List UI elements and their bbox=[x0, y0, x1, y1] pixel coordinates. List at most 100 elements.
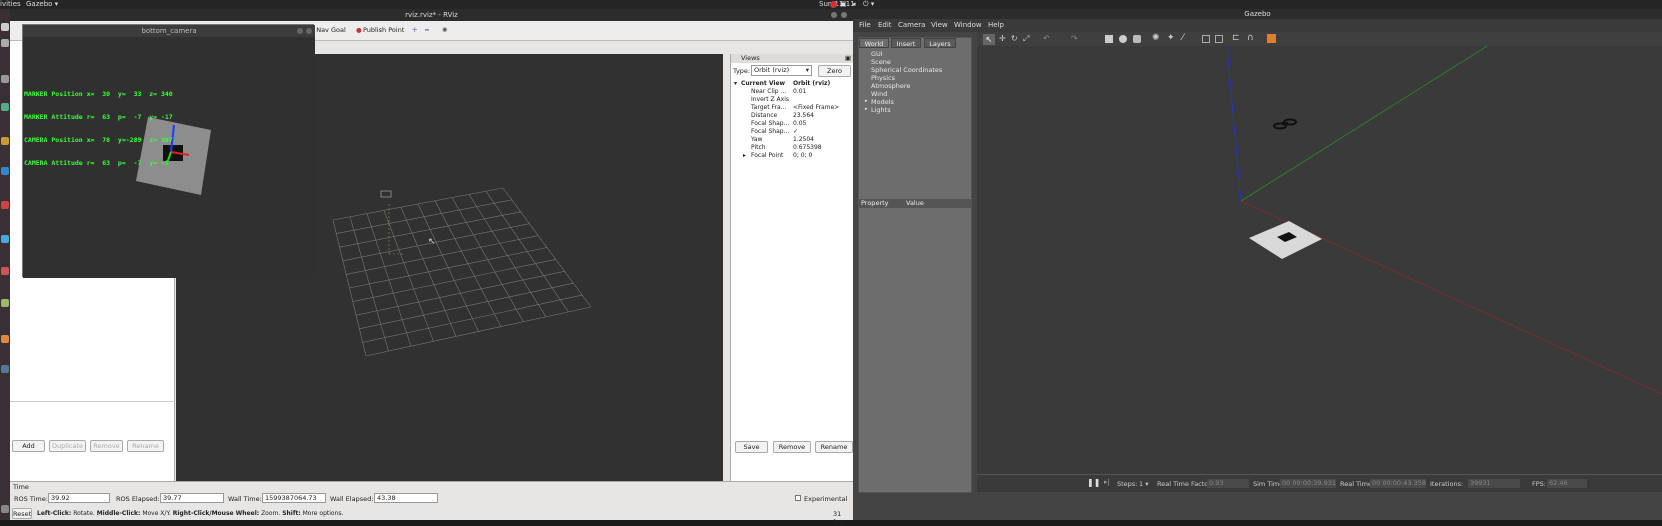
menu-window[interactable]: Window bbox=[954, 21, 982, 29]
view-property-row[interactable]: ▸ Focal Point 0; 0; 0 bbox=[731, 152, 854, 160]
ros-time-field[interactable]: 39.92 bbox=[48, 493, 110, 503]
property-value[interactable]: 0; 0; 0 bbox=[793, 152, 812, 160]
tree-spherical-coordinates[interactable]: Spherical Coordinates bbox=[871, 66, 942, 74]
volume-icon[interactable]: ◂ bbox=[852, 0, 856, 9]
view-property-row[interactable]: Near Clip ... 0.01 bbox=[731, 88, 854, 96]
redo-icon[interactable]: ↷ bbox=[1071, 34, 1078, 43]
translate-icon[interactable]: ✛ bbox=[999, 34, 1006, 43]
box-icon[interactable] bbox=[1105, 35, 1113, 43]
app-icon[interactable] bbox=[1, 103, 9, 111]
view-property-row[interactable]: Invert Z Axis bbox=[731, 96, 854, 104]
duplicate-display-button[interactable]: Duplicate bbox=[49, 440, 86, 452]
property-value[interactable]: 0.675398 bbox=[793, 144, 822, 152]
tree-models[interactable]: Models bbox=[871, 98, 894, 106]
point-light-icon[interactable]: ✺ bbox=[1152, 33, 1160, 43]
record-icon[interactable] bbox=[830, 1, 837, 8]
align-icon[interactable]: ⊏ bbox=[1232, 33, 1240, 43]
scale-icon[interactable]: ⤢ bbox=[1023, 34, 1029, 44]
tab-layers[interactable]: Layers bbox=[924, 38, 956, 48]
screenshot-icon[interactable] bbox=[1267, 34, 1276, 43]
wall-time-field[interactable]: 1599387064.73 bbox=[262, 493, 326, 503]
power-icon[interactable]: ⏻ ▾ bbox=[863, 0, 874, 9]
tree-lights[interactable]: Lights bbox=[871, 106, 891, 114]
property-value[interactable]: 1.2504 bbox=[793, 136, 814, 144]
property-value[interactable]: <Fixed Frame> bbox=[793, 104, 839, 112]
save-view-button[interactable]: Save bbox=[735, 441, 768, 453]
app-icon[interactable] bbox=[1, 235, 9, 243]
tab-insert[interactable]: Insert bbox=[891, 38, 921, 48]
undo-icon[interactable]: ↶ bbox=[1043, 34, 1050, 43]
tab-world[interactable]: World bbox=[859, 38, 889, 48]
show-apps-icon[interactable] bbox=[1, 505, 9, 513]
publish-point-tool[interactable]: Publish Point bbox=[363, 26, 404, 34]
scene-view[interactable] bbox=[977, 46, 1662, 474]
minimize-icon[interactable] bbox=[297, 28, 303, 34]
tree-atmosphere[interactable]: Atmosphere bbox=[871, 82, 910, 90]
remove-view-button[interactable]: Remove bbox=[773, 441, 811, 453]
app-icon[interactable] bbox=[1, 267, 9, 275]
app-icon[interactable] bbox=[1, 299, 9, 307]
terminal-icon[interactable] bbox=[1, 75, 9, 83]
app-icon[interactable] bbox=[1, 365, 9, 373]
gazebo-3d-view[interactable] bbox=[977, 46, 1662, 474]
view-property-row[interactable]: Distance 23.564 bbox=[731, 112, 854, 120]
network-icon[interactable]: ▣ bbox=[840, 0, 847, 9]
view-property-row[interactable]: Pitch 0.675398 bbox=[731, 144, 854, 152]
step-icon[interactable]: ▸| bbox=[1104, 478, 1110, 486]
menu-edit[interactable]: Edit bbox=[878, 21, 892, 29]
rename-display-button[interactable]: Rename bbox=[127, 440, 164, 452]
copy-icon[interactable] bbox=[1202, 35, 1210, 43]
view-property-row[interactable]: Focal Shap... 0.05 bbox=[731, 120, 854, 128]
app-icon[interactable] bbox=[1, 335, 9, 343]
view-property-row[interactable]: Target Fra... <Fixed Frame> bbox=[731, 104, 854, 112]
app-icon[interactable] bbox=[1, 201, 9, 209]
menu-view[interactable]: View bbox=[931, 21, 948, 29]
add-display-button[interactable]: Add bbox=[12, 440, 45, 452]
sphere-icon[interactable] bbox=[1119, 35, 1127, 43]
menu-camera[interactable]: Camera bbox=[898, 21, 925, 29]
view-type-select[interactable]: Orbit (rviz) ▾ bbox=[751, 65, 812, 76]
directional-light-icon[interactable]: ⁄ bbox=[1182, 33, 1184, 43]
property-value[interactable]: 23.564 bbox=[793, 112, 814, 120]
paste-icon[interactable] bbox=[1215, 35, 1223, 43]
app-icon[interactable] bbox=[1, 39, 9, 47]
tree-physics[interactable]: Physics bbox=[871, 74, 895, 82]
close-icon[interactable] bbox=[306, 28, 312, 34]
minimize-icon[interactable] bbox=[831, 12, 837, 18]
spot-light-icon[interactable]: ✦ bbox=[1167, 33, 1175, 43]
app-icon[interactable] bbox=[1, 137, 9, 145]
app-icon[interactable] bbox=[1, 167, 9, 175]
pause-icon[interactable]: ❚❚ bbox=[1087, 478, 1100, 487]
remove-display-button[interactable]: Remove bbox=[90, 440, 123, 452]
reset-button[interactable]: Reset bbox=[12, 508, 32, 519]
expand-icon[interactable]: ▸ bbox=[743, 152, 746, 160]
steps-select[interactable]: 1 ▾ bbox=[1139, 480, 1148, 488]
splitter[interactable] bbox=[723, 54, 730, 481]
expand-icon[interactable]: ▸ bbox=[865, 98, 868, 104]
minus-icon[interactable]: ━ bbox=[425, 26, 429, 34]
current-view-row[interactable]: ▾ Current View Orbit (rviz) bbox=[731, 80, 854, 88]
close-icon[interactable]: ▣ bbox=[845, 54, 851, 63]
select-icon[interactable]: ↖ bbox=[983, 34, 995, 45]
ros-elapsed-field[interactable]: 39.77 bbox=[160, 493, 224, 503]
cylinder-icon[interactable] bbox=[1133, 35, 1141, 43]
menu-file[interactable]: File bbox=[859, 21, 871, 29]
experimental-checkbox[interactable] bbox=[795, 495, 801, 501]
view-property-row[interactable]: Yaw 1.2504 bbox=[731, 136, 854, 144]
wall-elapsed-field[interactable]: 43.38 bbox=[374, 493, 438, 503]
rename-view-button[interactable]: Rename bbox=[815, 441, 853, 453]
zero-button[interactable]: Zero bbox=[818, 65, 851, 77]
app-menu[interactable]: Gazebo ▾ bbox=[26, 0, 58, 9]
move-camera-icon[interactable]: ✛ bbox=[412, 26, 417, 34]
tree-wind[interactable]: Wind bbox=[871, 90, 887, 98]
activities-button[interactable]: ivities bbox=[0, 0, 21, 9]
tree-scene[interactable]: Scene bbox=[871, 58, 891, 66]
tree-gui[interactable]: GUI bbox=[871, 50, 883, 58]
property-value[interactable]: 0.01 bbox=[793, 88, 806, 96]
view-property-row[interactable]: Focal Shap... ✓ bbox=[731, 128, 854, 136]
snap-icon[interactable]: ∩ bbox=[1247, 33, 1254, 43]
menu-help[interactable]: Help bbox=[988, 21, 1004, 29]
maximize-icon[interactable] bbox=[841, 12, 847, 18]
property-value[interactable]: 0.05 bbox=[793, 120, 806, 128]
property-value[interactable]: ✓ bbox=[793, 128, 798, 136]
